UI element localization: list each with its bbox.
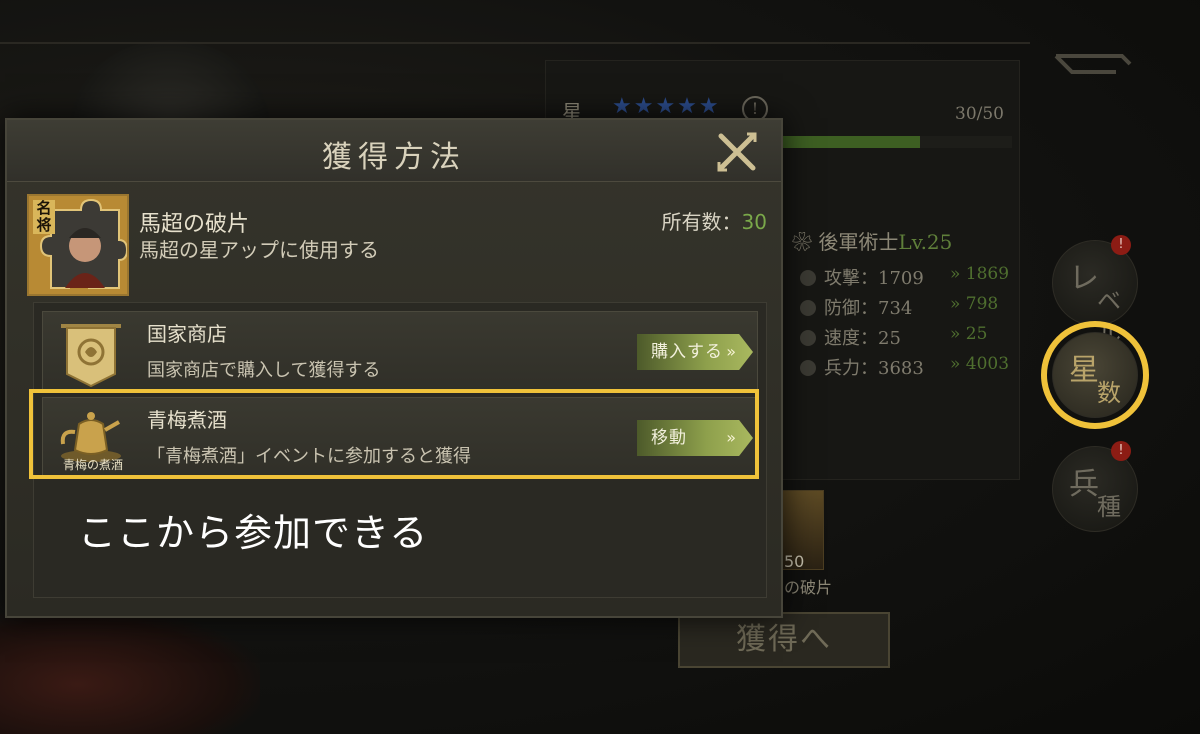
close-icon[interactable] [713, 128, 761, 176]
item-description: 馬超の星アップに使用する [139, 238, 379, 262]
owned-count: 所有数：30 [661, 210, 767, 234]
annotation-caption: ここから参加できる [78, 511, 429, 555]
dialog-header: 獲得方法 [7, 120, 781, 182]
notification-badge: ! [1111, 235, 1131, 255]
sword-icon [800, 270, 816, 286]
stat-troops-new: » 4003 [950, 354, 1010, 374]
dialog-title: 獲得方法 [322, 140, 466, 175]
buy-button[interactable]: 購入する» [637, 334, 753, 370]
famous-general-badge: 名将 [33, 200, 55, 234]
banner-icon [61, 324, 121, 388]
source-name: 国家商店 [147, 322, 227, 346]
unit-type-label: 後軍術士 [818, 230, 899, 254]
acquire-button[interactable]: 獲得へ [678, 612, 890, 668]
stat-attack: 攻撃：1709 [800, 264, 924, 290]
unit-type: ❀ 後軍術士Lv.25 [792, 226, 952, 255]
highlight-ring-annotation [1041, 321, 1149, 429]
level-tab-button[interactable]: レベル ! [1052, 235, 1138, 350]
double-chevron-icon: » [726, 342, 737, 361]
source-description: 国家商店で購入して獲得する [147, 360, 381, 381]
star-rating: ★★★★★ [612, 94, 721, 119]
item-summary: 名将 馬超の破片 馬超の星アップに使用する 所有数：30 [27, 192, 767, 296]
stat-defense: 防御：734 [800, 294, 912, 320]
top-divider [0, 42, 1030, 44]
shield-icon [800, 300, 816, 316]
stat-speed: 速度：25 [800, 324, 901, 350]
shard-name: の破片 [784, 578, 833, 597]
shard-count: 50 [784, 552, 805, 571]
notification-badge: ! [1111, 441, 1131, 461]
stat-troops: 兵力：3683 [800, 354, 924, 380]
speed-icon [800, 330, 816, 346]
highlight-box-annotation [29, 389, 759, 479]
lotus-icon: ❀ [792, 230, 819, 254]
helmet-icon [800, 360, 816, 376]
stat-attack-new: » 1869 [950, 264, 1010, 284]
back-arrow-icon[interactable] [1052, 50, 1134, 82]
general-cloak-shadow [0, 610, 260, 734]
star-progress-text: 30/50 [955, 104, 1004, 124]
stat-speed-new: » 25 [950, 324, 988, 344]
star-progress-bar [782, 136, 1012, 148]
stat-defense-new: » 798 [950, 294, 999, 314]
puzzle-shard-icon: 名将 [27, 194, 129, 296]
unit-level: Lv.25 [898, 230, 953, 254]
troops-tab-button[interactable]: 兵種 ! [1052, 441, 1138, 532]
source-row-national-shop[interactable]: 国家商店 国家商店で購入して獲得する 購入する» [42, 311, 758, 393]
